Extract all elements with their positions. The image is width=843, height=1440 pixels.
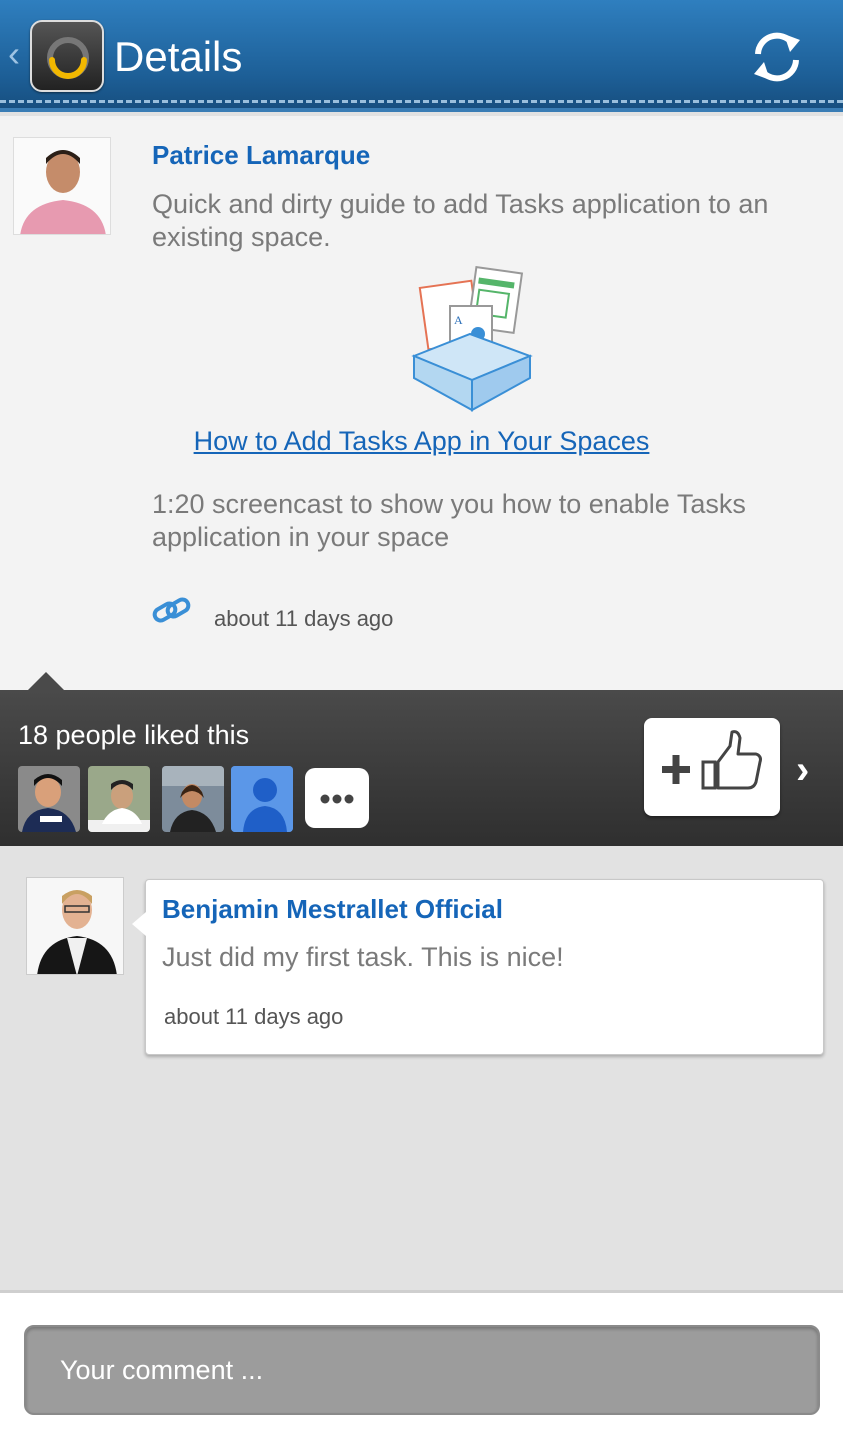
likes-bar[interactable]: 18 people liked this › <box>0 690 843 846</box>
link-icon <box>152 594 192 633</box>
avatar[interactable] <box>26 877 124 975</box>
post-link-title[interactable]: How to Add Tasks App in Your Spaces <box>0 426 843 457</box>
header-bar: ‹ Details <box>0 0 843 112</box>
svg-text:A: A <box>454 313 463 327</box>
avatar[interactable] <box>13 137 111 235</box>
post-link-description: 1:20 screencast to show you how to enabl… <box>152 489 746 552</box>
comment-text: Just did my first task. This is nice! <box>162 942 564 972</box>
post-text: Quick and dirty guide to add Tasks appli… <box>152 189 769 252</box>
header-stitch-divider <box>0 100 843 103</box>
app-logo-icon[interactable] <box>30 20 104 92</box>
comment-composer <box>0 1290 843 1440</box>
refresh-icon[interactable] <box>748 28 806 86</box>
likes-count[interactable]: 18 people liked this <box>18 720 249 751</box>
likes-pointer <box>28 672 64 690</box>
post-timestamp: about 11 days ago <box>214 606 394 631</box>
liker-avatar[interactable] <box>162 766 224 832</box>
comment-input[interactable] <box>24 1325 820 1415</box>
page-title: Details <box>114 33 243 80</box>
chevron-right-icon[interactable]: › <box>796 748 809 793</box>
like-button[interactable] <box>644 718 780 816</box>
more-icon[interactable] <box>305 768 369 828</box>
comment-author[interactable]: Benjamin Mestrallet Official <box>162 894 503 925</box>
comment-card: Benjamin Mestrallet Official Just did my… <box>132 879 824 1055</box>
activity-post: Patrice Lamarque Quick and dirty guide t… <box>0 116 843 690</box>
document-box-icon: A <box>410 265 534 417</box>
chevron-left-icon[interactable]: ‹ <box>8 36 20 72</box>
comment-timestamp: about 11 days ago <box>164 1004 344 1029</box>
liker-avatar[interactable] <box>88 766 150 832</box>
liker-avatar[interactable] <box>18 766 80 832</box>
default-avatar-icon[interactable] <box>231 766 293 832</box>
post-author[interactable]: Patrice Lamarque <box>152 140 370 171</box>
plus-thumbs-up-icon <box>662 730 762 790</box>
